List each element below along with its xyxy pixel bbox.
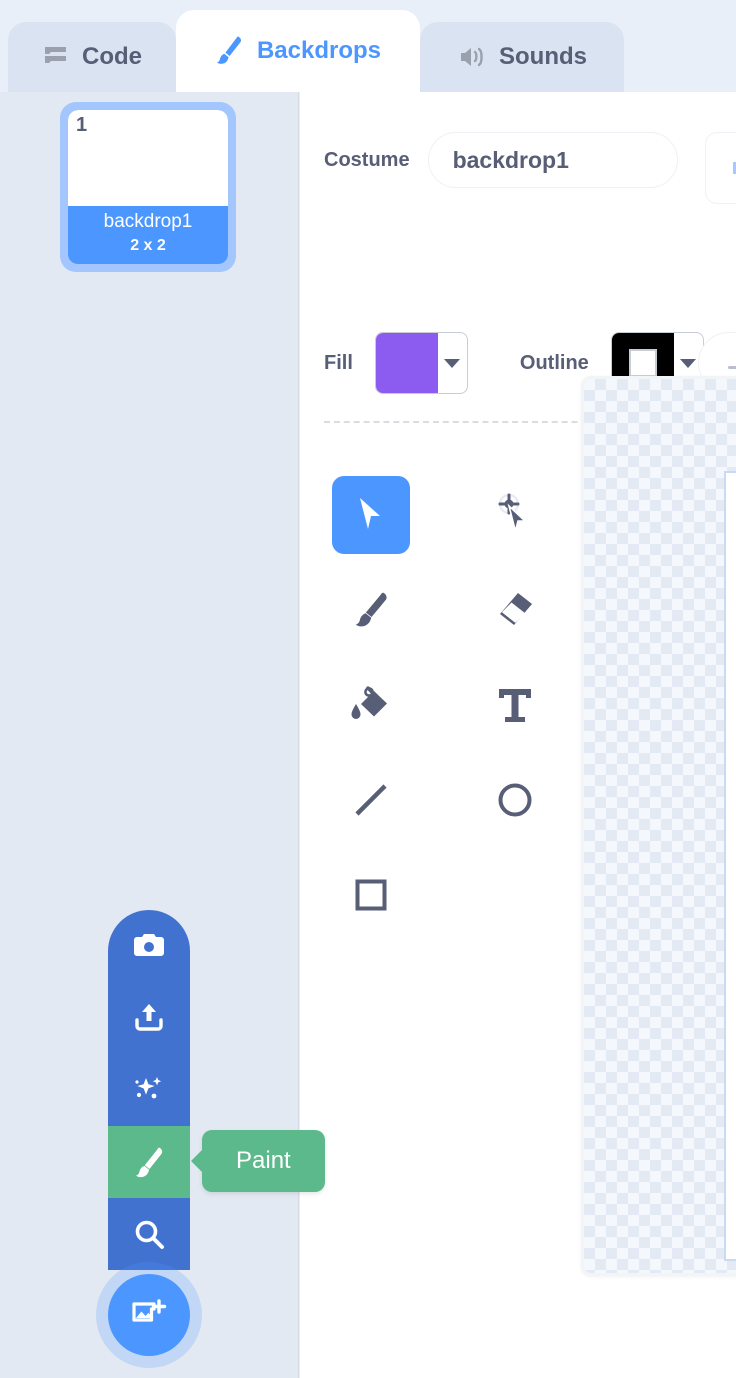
tool-fill[interactable] <box>332 666 410 744</box>
group-button[interactable] <box>705 132 736 204</box>
fill-color-swatch <box>375 333 438 393</box>
fill-label: Fill <box>324 352 353 374</box>
tool-eraser[interactable] <box>476 571 554 649</box>
tab-sounds[interactable]: Sounds <box>420 22 624 92</box>
tab-bar: Code Backdrops Sounds <box>0 0 736 92</box>
reshape-icon <box>498 493 528 532</box>
tool-text[interactable] <box>476 666 554 744</box>
group-icon <box>733 162 736 174</box>
camera-icon <box>134 934 164 956</box>
add-image-icon <box>132 1299 167 1322</box>
paint-editor-panel: Costume Fill Outline <box>300 92 736 1378</box>
add-backdrop-menu <box>108 910 190 1270</box>
transparency-checkerboard <box>584 379 736 1273</box>
upload-icon <box>135 1004 163 1031</box>
speaker-icon <box>457 44 487 70</box>
paint-tooltip: Paint <box>202 1130 325 1192</box>
fab-upload-button[interactable] <box>108 982 190 1054</box>
tool-select[interactable] <box>332 476 410 554</box>
tab-backdrops[interactable]: Backdrops <box>176 10 420 92</box>
tab-code[interactable]: Code <box>8 22 176 92</box>
tool-line[interactable] <box>332 761 410 839</box>
costume-name-label: backdrop1 <box>103 211 193 232</box>
tool-rectangle[interactable] <box>332 856 410 934</box>
tool-reshape[interactable] <box>476 476 554 554</box>
outline-label: Outline <box>519 352 589 374</box>
paint-bucket-icon <box>351 686 387 719</box>
fab-camera-button[interactable] <box>108 910 190 982</box>
costume-thumbnail: 1 <box>68 110 228 206</box>
paint-icon <box>136 1147 163 1178</box>
circle-tool-icon <box>498 783 532 817</box>
text-tool-icon <box>499 689 531 722</box>
fill-chevron-down-icon <box>438 358 467 368</box>
costume-card: 1 backdrop1 2 x 2 <box>68 110 228 264</box>
list-item-backdrop1[interactable]: 1 backdrop1 2 x 2 <box>60 102 236 272</box>
costume-index-label: 1 <box>76 114 88 136</box>
tab-code-label: Code <box>82 43 142 70</box>
costume-name-row: Costume <box>324 132 678 188</box>
paint-tooltip-label: Paint <box>236 1147 291 1174</box>
paintbrush-tool-icon <box>355 592 387 627</box>
eraser-icon <box>500 593 532 625</box>
fab-search-button[interactable] <box>108 1198 190 1270</box>
arrow-cursor-icon <box>360 498 380 529</box>
rectangle-tool-icon <box>355 879 387 911</box>
tool-brush[interactable] <box>332 571 410 649</box>
line-tool-icon <box>355 784 387 816</box>
fab-surprise-button[interactable] <box>108 1054 190 1126</box>
stroke-width-icon <box>728 366 736 369</box>
fab-paint-button[interactable] <box>108 1126 190 1198</box>
tab-sounds-label: Sounds <box>499 43 587 70</box>
canvas-artwork-shape[interactable] <box>724 471 736 1261</box>
costume-name-input[interactable] <box>427 132 678 188</box>
search-icon <box>135 1220 164 1249</box>
paint-editor-window: Code Backdrops Sounds 1 backdrop1 2 x 2 … <box>0 0 736 1378</box>
paint-canvas[interactable] <box>581 376 736 1276</box>
code-blocks-icon <box>42 44 70 70</box>
surprise-icon <box>135 1077 162 1099</box>
outline-preview-square <box>628 349 657 377</box>
paintbrush-icon <box>215 35 245 67</box>
fill-color-button[interactable] <box>374 332 468 394</box>
costume-size-label: 2 x 2 <box>130 237 166 254</box>
costume-label: Costume <box>324 149 410 171</box>
choose-backdrop-fab[interactable] <box>108 1274 190 1356</box>
tab-backdrops-label: Backdrops <box>256 37 382 64</box>
tool-circle[interactable] <box>476 761 554 839</box>
